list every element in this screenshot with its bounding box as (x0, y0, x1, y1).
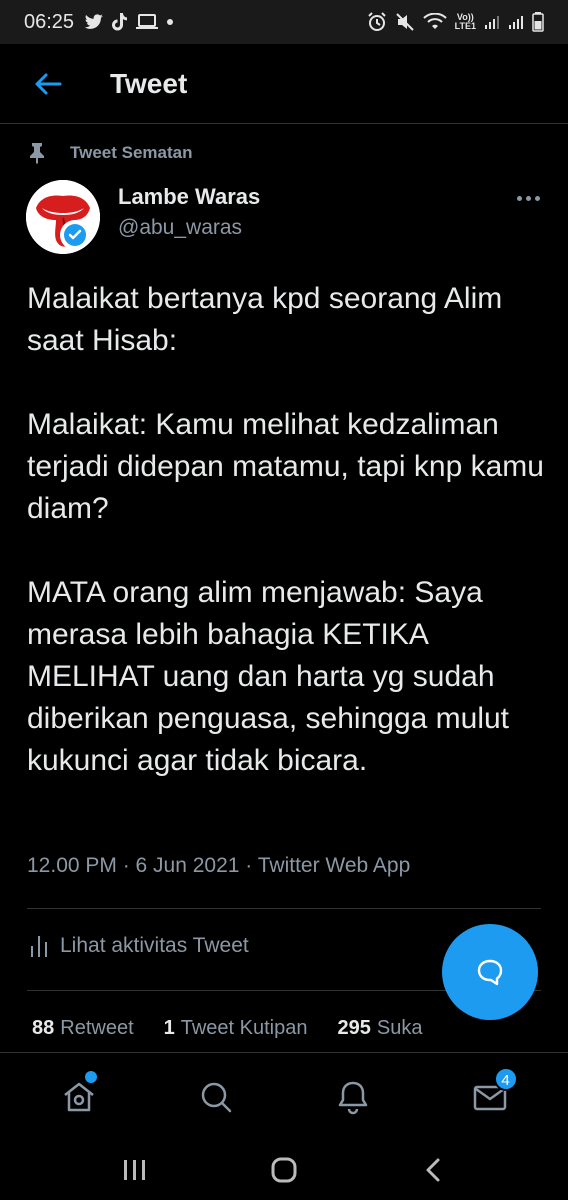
tweet-stats: 88 Retweet 1 Tweet Kutipan 295 Suka (32, 1017, 452, 1040)
system-back-icon (426, 1158, 440, 1182)
verified-icon (64, 224, 86, 246)
dot (534, 195, 540, 201)
activity-label: Lihat aktivitas Tweet (60, 934, 249, 957)
nav-notifications[interactable] (313, 1057, 393, 1137)
quote-stat[interactable]: 1 Tweet Kutipan (164, 1017, 308, 1040)
more-options-button[interactable] (508, 186, 548, 210)
retweet-stat[interactable]: 88 Retweet (32, 1017, 134, 1040)
alarm-icon (367, 12, 386, 31)
home-unread-dot (84, 1070, 97, 1083)
back-button[interactable] (18, 54, 78, 114)
battery-icon (532, 12, 544, 32)
search-icon (201, 1082, 231, 1112)
pinned-label: Tweet Sematan (70, 143, 193, 162)
author-name[interactable]: Lambe Waras (118, 184, 260, 210)
tweet-paragraph: Malaikat bertanya kpd seorang Alim saat … (27, 282, 503, 357)
nav-messages[interactable]: 4 (450, 1057, 530, 1137)
reply-fab-button[interactable] (442, 924, 538, 1020)
system-nav-bar (0, 1140, 568, 1200)
tweet-text: Malaikat bertanya kpd seorang Alim saat … (27, 278, 547, 782)
tweet-paragraph: Malaikat: Kamu melihat kedzaliman terjad… (27, 408, 544, 525)
divider (27, 908, 541, 909)
signal-icon-2 (509, 16, 523, 29)
signal-icon (485, 16, 499, 29)
system-home-icon (271, 1157, 297, 1183)
home-button[interactable] (254, 1145, 314, 1195)
arrow-left-icon (35, 73, 62, 94)
author-handle[interactable]: @abu_waras (118, 216, 242, 240)
like-stat[interactable]: 295 Suka (338, 1017, 423, 1040)
page-title: Tweet (110, 67, 188, 99)
dot (516, 195, 522, 201)
status-time: 06:25 (24, 10, 75, 33)
recent-apps-button[interactable] (105, 1145, 165, 1195)
status-bar: 06:25 Vo)) LTE1 (0, 0, 568, 44)
back-system-button[interactable] (403, 1145, 463, 1195)
analytics-icon (31, 936, 47, 957)
laptop-icon (136, 14, 159, 29)
messages-badge: 4 (493, 1066, 518, 1091)
verified-badge (60, 220, 90, 250)
recent-apps-icon (123, 1160, 145, 1180)
dot-icon (167, 19, 174, 25)
mute-icon (395, 13, 414, 31)
lte-indicator: Vo)) LTE1 (454, 12, 476, 31)
tweet-timestamp[interactable]: 12.00 PM · 6 Jun 2021 · Twitter Web App (27, 854, 410, 878)
bottom-nav: 4 (0, 1052, 568, 1140)
home-icon (63, 1082, 94, 1111)
twitter-bird-icon (84, 14, 103, 29)
dot (525, 195, 531, 201)
wifi-icon (422, 13, 447, 29)
tweet-activity-link[interactable]: Lihat aktivitas Tweet (30, 934, 249, 958)
tweet-paragraph: MATA orang alim menjawab: Saya merasa le… (27, 576, 510, 777)
notifications-icon (338, 1081, 367, 1114)
pin-icon (30, 143, 44, 164)
reply-icon (477, 959, 503, 986)
app-header: Tweet (0, 44, 568, 124)
pinned-indicator: Tweet Sematan (28, 142, 193, 164)
tiktok-icon (112, 13, 128, 31)
nav-search[interactable] (176, 1057, 256, 1137)
nav-home[interactable] (39, 1057, 119, 1137)
